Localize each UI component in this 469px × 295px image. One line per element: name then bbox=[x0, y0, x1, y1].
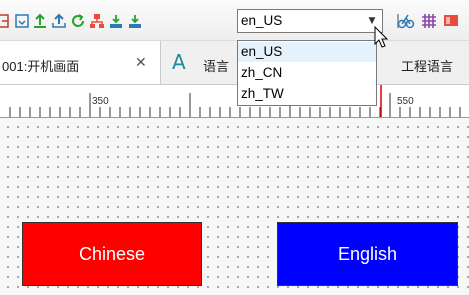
mouse-cursor-icon bbox=[374, 26, 389, 48]
dropdown-option-zh-cn[interactable]: zh_CN bbox=[238, 63, 376, 83]
dropdown-option-en-us[interactable]: en_US bbox=[238, 42, 376, 62]
ruler-label-350: 350 bbox=[92, 96, 109, 107]
language-select-value: en_US bbox=[241, 13, 283, 28]
bike-icon[interactable] bbox=[397, 12, 415, 30]
tab-project-language[interactable]: 工程语言 bbox=[401, 56, 453, 75]
toolbar: en_US ▼ bbox=[0, 0, 469, 41]
import-icon[interactable] bbox=[13, 12, 31, 30]
download-a-icon[interactable] bbox=[107, 12, 125, 30]
select-frame-icon[interactable] bbox=[0, 12, 12, 30]
language-select[interactable]: en_US ▼ bbox=[237, 9, 383, 33]
refresh-icon[interactable] bbox=[69, 12, 87, 30]
upload-icon[interactable] bbox=[31, 12, 49, 30]
close-icon[interactable]: ✕ bbox=[135, 55, 147, 71]
download-b-icon[interactable] bbox=[126, 12, 144, 30]
design-canvas[interactable]: Chinese English bbox=[0, 118, 469, 295]
grid-icon[interactable] bbox=[420, 12, 438, 30]
chinese-button[interactable]: Chinese bbox=[22, 222, 202, 286]
tab-language[interactable]: 语言 bbox=[203, 56, 229, 75]
tab-startup-screen[interactable]: 001:开机画面 ✕ bbox=[0, 41, 161, 84]
dropdown-option-zh-tw[interactable]: zh_TW bbox=[238, 84, 376, 104]
export-icon[interactable] bbox=[50, 12, 68, 30]
network-icon[interactable] bbox=[88, 12, 106, 30]
tab-strip: 001:开机画面 ✕ A 语言 工程语言 bbox=[0, 41, 469, 85]
tab-label: 001:开机画面 bbox=[2, 59, 80, 74]
ruler-label-550: 550 bbox=[397, 96, 414, 107]
english-button[interactable]: English bbox=[277, 222, 458, 286]
language-dropdown-list: en_US zh_CN zh_TW bbox=[237, 40, 377, 106]
text-a-icon: A bbox=[172, 50, 186, 74]
screen-icon[interactable] bbox=[442, 12, 460, 30]
